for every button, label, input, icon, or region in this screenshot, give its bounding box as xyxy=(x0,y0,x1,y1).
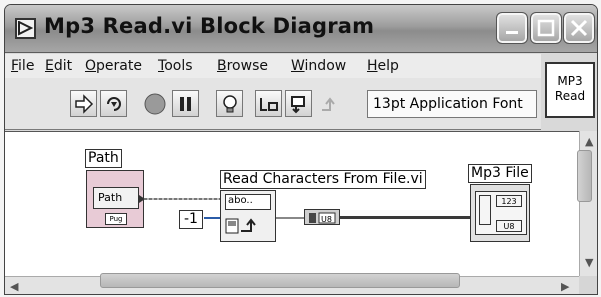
abort-button[interactable] xyxy=(141,90,168,117)
menu-operate[interactable]: Operate xyxy=(85,58,142,74)
scroll-down-icon[interactable]: ▼ xyxy=(585,256,593,269)
menu-window[interactable]: Window xyxy=(291,58,346,74)
path-control-terminal[interactable]: Path Pug xyxy=(86,170,145,228)
file-read-icon xyxy=(225,218,256,234)
subvi-text-icon: abo.. xyxy=(225,194,271,210)
pause-button[interactable] xyxy=(172,90,199,117)
labview-block-diagram-icon xyxy=(15,18,36,39)
vi-icon-line2: Read xyxy=(554,89,586,103)
u8-type-badge: U8 xyxy=(496,220,522,232)
menu-bar: File Edit Operate Tools Browse Window He… xyxy=(5,54,541,78)
path-terminal-text: Path xyxy=(93,187,139,209)
mp3-file-indicator[interactable]: 123 U8 xyxy=(470,184,530,242)
scrollbar-corner xyxy=(579,276,597,294)
string-wire-left[interactable] xyxy=(276,217,306,219)
path-wire[interactable] xyxy=(144,198,220,200)
cluster-icon: 123 U8 xyxy=(475,191,527,235)
numeric-constant[interactable]: -1 xyxy=(179,210,203,229)
close-button[interactable] xyxy=(563,12,595,44)
count-wire[interactable] xyxy=(204,217,220,219)
maximize-button[interactable] xyxy=(530,12,562,44)
text-settings-dropdown[interactable]: 13pt Application Font xyxy=(367,90,537,118)
read-characters-subvi[interactable]: abo.. xyxy=(220,190,276,242)
menu-browse[interactable]: Browse xyxy=(217,58,268,74)
scroll-left-icon[interactable]: ◀ xyxy=(10,280,18,293)
function-label: Read Characters From File.vi xyxy=(220,170,426,189)
title-bar[interactable]: Mp3 Read.vi Block Diagram xyxy=(5,5,597,53)
horizontal-scroll-thumb[interactable] xyxy=(100,273,460,288)
menu-tools[interactable]: Tools xyxy=(158,58,193,74)
scroll-up-icon[interactable]: ▲ xyxy=(585,135,593,148)
step-into-button[interactable] xyxy=(285,90,312,117)
numeric-type-badge: 123 xyxy=(496,195,522,207)
menu-file[interactable]: File xyxy=(11,58,34,74)
vi-connector-icon[interactable]: MP3 Read xyxy=(545,62,595,118)
run-continuously-button[interactable] xyxy=(100,90,127,117)
retain-wire-values-button[interactable] xyxy=(255,90,282,117)
svg-text:U8: U8 xyxy=(321,215,332,224)
mp3-file-indicator-label: Mp3 File xyxy=(468,164,532,183)
path-type-badge: Pug xyxy=(105,213,127,225)
path-control-label: Path xyxy=(85,149,122,168)
run-button[interactable] xyxy=(70,90,97,117)
highlight-execution-button[interactable] xyxy=(216,90,243,117)
minimize-button[interactable] xyxy=(496,12,528,44)
data-wire[interactable] xyxy=(340,216,470,219)
vi-icon-line1: MP3 xyxy=(557,74,583,88)
window-title: Mp3 Read.vi Block Diagram xyxy=(44,14,375,38)
menu-help[interactable]: Help xyxy=(367,58,399,74)
step-out-button xyxy=(316,90,343,117)
scroll-right-icon[interactable]: ▶ xyxy=(561,280,569,293)
vertical-scroll-thumb[interactable] xyxy=(577,150,592,202)
menu-edit[interactable]: Edit xyxy=(45,58,72,74)
type-cast-node[interactable]: U8 xyxy=(304,209,340,225)
